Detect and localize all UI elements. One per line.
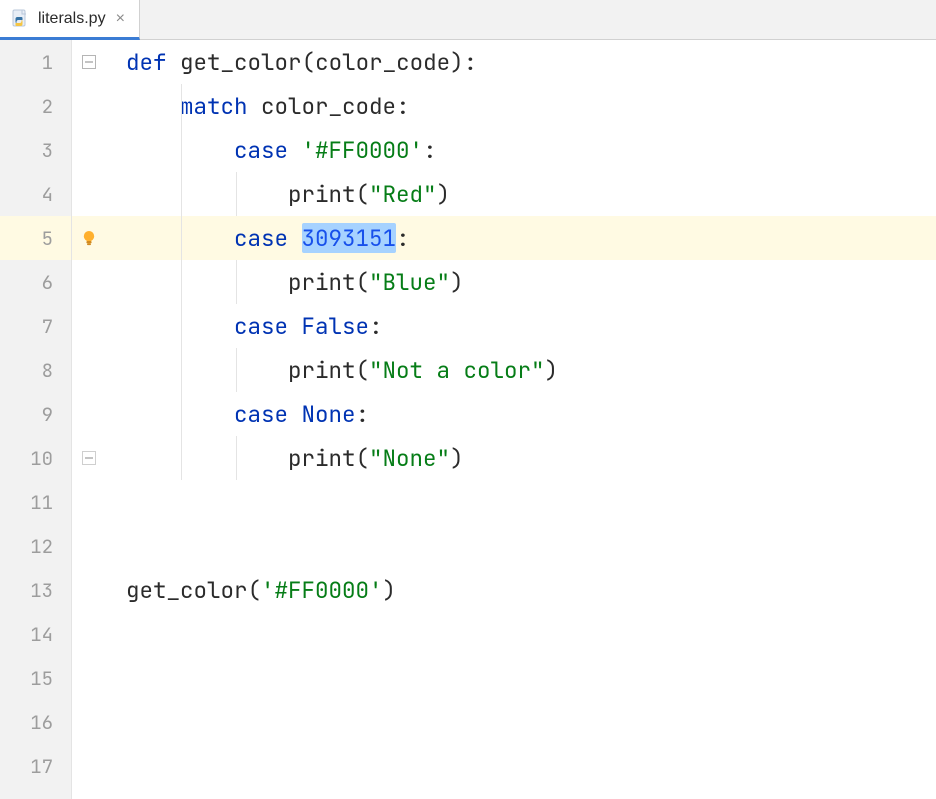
string-literal: "None" (369, 443, 450, 473)
code-line[interactable] (106, 656, 936, 700)
fold-end-icon[interactable] (82, 451, 96, 465)
keyword-def: def (126, 47, 167, 77)
tab-title: literals.py (38, 10, 106, 28)
function-call: print (288, 355, 356, 385)
function-call: print (288, 267, 356, 297)
code-line[interactable]: def get_color(color_code): (106, 40, 936, 84)
code-line[interactable]: print("Red") (106, 172, 936, 216)
code-line[interactable] (106, 612, 936, 656)
function-call: print (288, 179, 356, 209)
code-line[interactable]: case None: (106, 392, 936, 436)
code-line[interactable]: match color_code: (106, 84, 936, 128)
python-file-icon (10, 9, 30, 29)
line-number: 15 (0, 656, 71, 700)
string-literal: '#FF0000' (261, 575, 383, 605)
fold-collapse-icon[interactable] (82, 55, 96, 69)
gutter: 1 2 3 4 5 6 7 8 9 10 11 12 13 14 15 16 1… (0, 40, 72, 799)
line-number: 1 (0, 40, 71, 84)
code-editor[interactable]: 1 2 3 4 5 6 7 8 9 10 11 12 13 14 15 16 1… (0, 40, 936, 799)
tab-bar: literals.py × (0, 0, 936, 40)
string-literal: '#FF0000' (302, 135, 424, 165)
line-number: 11 (0, 480, 71, 524)
code-line[interactable] (106, 524, 936, 568)
fold-marker-cell[interactable] (72, 436, 106, 480)
intention-bulb-cell[interactable] (72, 216, 106, 260)
keyword-case: case (234, 311, 288, 341)
function-call: print (288, 443, 356, 473)
code-line[interactable] (106, 700, 936, 744)
intention-bulb-icon[interactable] (79, 228, 99, 248)
line-number: 17 (0, 744, 71, 788)
parameter: color_code (315, 47, 450, 77)
string-literal: "Blue" (369, 267, 450, 297)
line-number: 16 (0, 700, 71, 744)
code-line-active[interactable]: case 3093151: (106, 216, 936, 260)
code-line[interactable]: get_color('#FF0000') (106, 568, 936, 612)
string-literal: "Not a color" (369, 355, 545, 385)
string-literal: "Red" (369, 179, 437, 209)
keyword-false: False (302, 311, 370, 341)
line-number: 13 (0, 568, 71, 612)
keyword-case: case (234, 135, 288, 165)
line-number: 6 (0, 260, 71, 304)
line-number: 7 (0, 304, 71, 348)
line-number: 8 (0, 348, 71, 392)
code-line[interactable] (106, 744, 936, 788)
code-line[interactable]: case '#FF0000': (106, 128, 936, 172)
line-number: 2 (0, 84, 71, 128)
keyword-none: None (302, 399, 356, 429)
line-number: 9 (0, 392, 71, 436)
close-tab-button[interactable]: × (114, 11, 127, 27)
numeric-literal-selected: 3093151 (302, 223, 397, 253)
code-line[interactable]: case False: (106, 304, 936, 348)
keyword-case: case (234, 399, 288, 429)
function-name: get_color (180, 47, 302, 77)
code-line[interactable]: print("None") (106, 436, 936, 480)
fold-column (72, 40, 106, 799)
line-number: 4 (0, 172, 71, 216)
function-call: get_color (126, 575, 248, 605)
fold-marker-cell[interactable] (72, 40, 106, 84)
code-line[interactable]: print("Not a color") (106, 348, 936, 392)
line-number: 5 (0, 216, 71, 260)
editor-tab[interactable]: literals.py × (0, 0, 140, 40)
code-line[interactable]: print("Blue") (106, 260, 936, 304)
code-line[interactable] (106, 480, 936, 524)
keyword-case: case (234, 223, 288, 253)
line-number: 3 (0, 128, 71, 172)
line-number: 14 (0, 612, 71, 656)
line-number: 12 (0, 524, 71, 568)
code-area[interactable]: def get_color(color_code): match color_c… (106, 40, 936, 799)
keyword-match: match (180, 91, 248, 121)
line-number: 10 (0, 436, 71, 480)
